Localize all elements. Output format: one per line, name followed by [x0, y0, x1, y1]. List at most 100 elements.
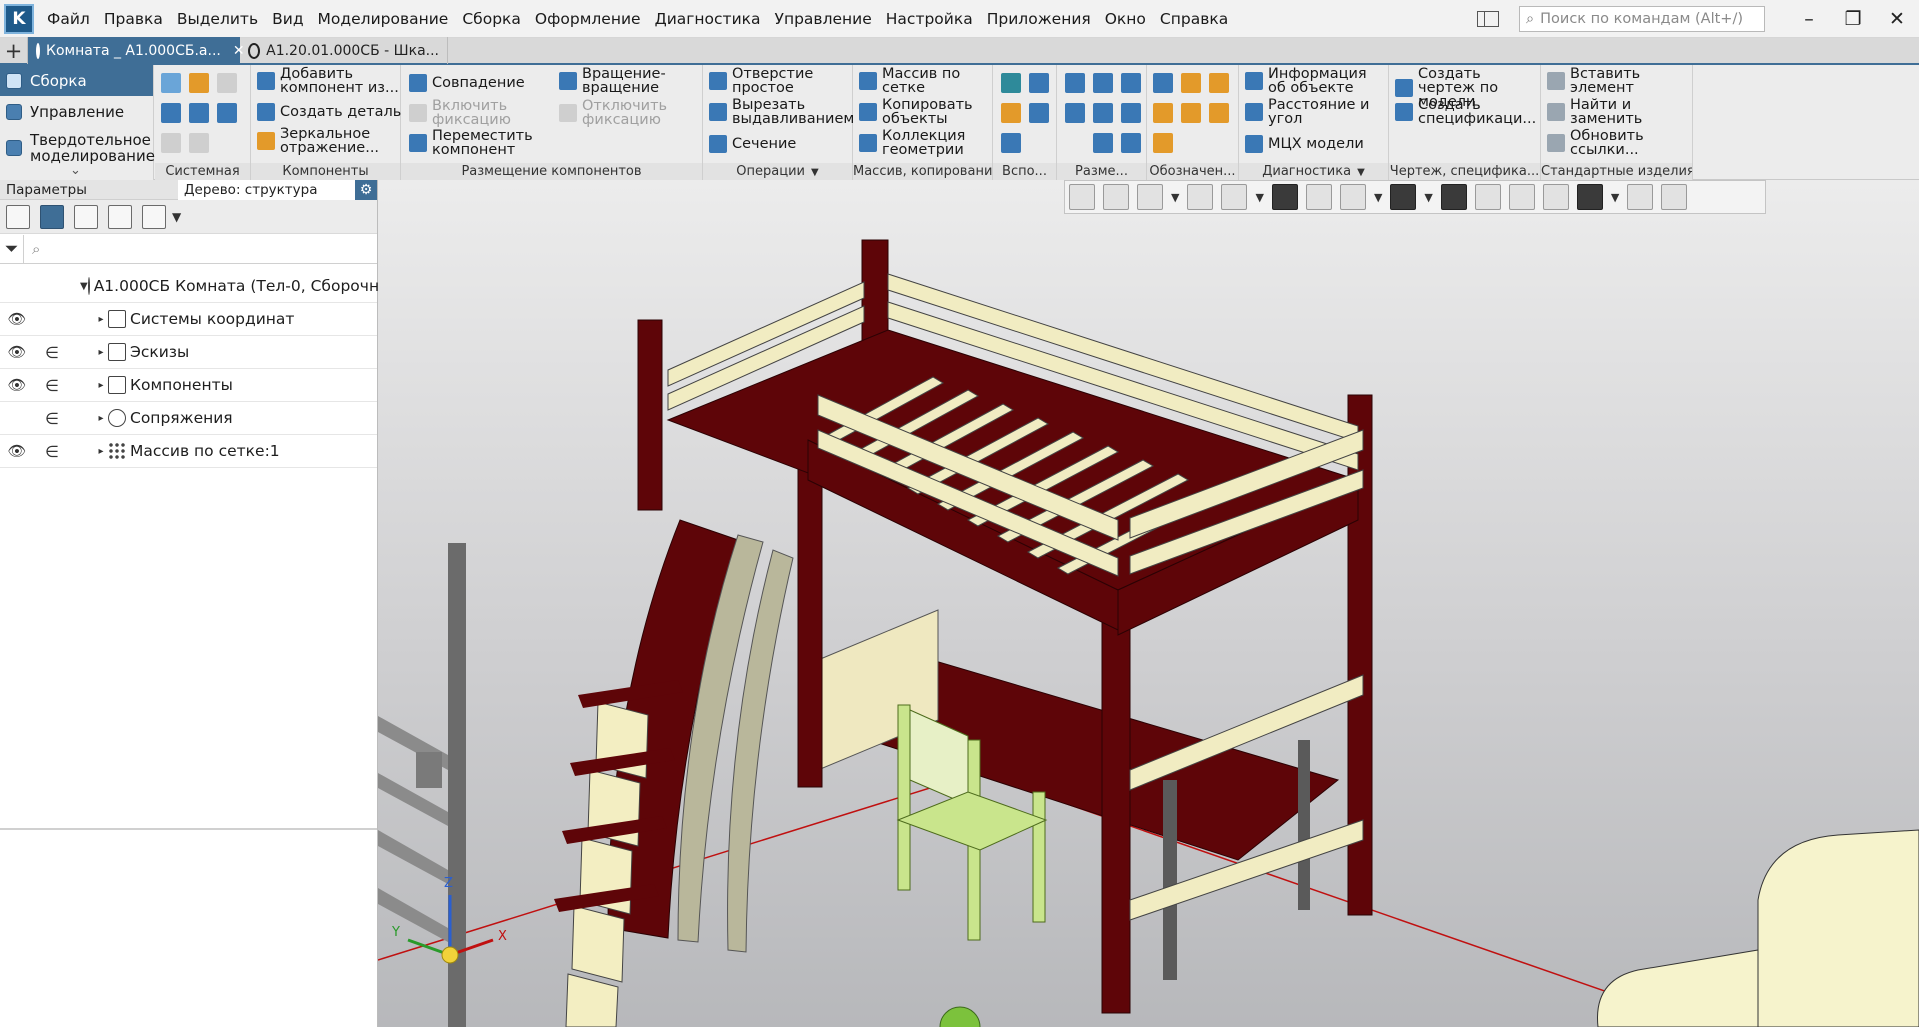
new-doc-icon[interactable]: [161, 73, 181, 93]
find-replace-button[interactable]: Найти и заменить: [1547, 98, 1691, 126]
plane-icon[interactable]: [1001, 73, 1021, 93]
base-icon[interactable]: [1209, 73, 1229, 93]
hide-icon[interactable]: [1339, 184, 1366, 210]
panel-divider[interactable]: [0, 828, 377, 830]
tree-root-item[interactable]: ▼ А1.000СБ Комната (Тел-0, Сборочн: [0, 270, 379, 303]
collapse-arrow-icon[interactable]: ▼: [80, 281, 88, 292]
expand-arrow-icon[interactable]: ▸: [94, 380, 108, 391]
menu-window[interactable]: Окно: [1098, 0, 1153, 38]
tab-room-assembly[interactable]: Комната _ А1.000СБ.а... ✕: [28, 37, 245, 64]
maximize-button[interactable]: ❐: [1831, 0, 1875, 38]
line-dim-icon[interactable]: [1121, 103, 1141, 123]
auto-dim-icon[interactable]: [1093, 133, 1113, 153]
table-icon[interactable]: [1209, 103, 1229, 123]
orientation-icon[interactable]: [1069, 184, 1095, 210]
ribbon-tab-assembly[interactable]: Сборка: [0, 65, 153, 96]
visibility-eye-icon[interactable]: 👁: [0, 376, 34, 394]
minimize-button[interactable]: –: [1787, 0, 1831, 38]
tree-item-coordinate-systems[interactable]: 👁 ▸ Системы координат: [0, 303, 377, 336]
expand-arrow-icon[interactable]: ▸: [94, 347, 108, 358]
expand-arrow-icon[interactable]: ▸: [94, 314, 108, 325]
insert-element-button[interactable]: Вставить элемент: [1547, 67, 1691, 95]
coincidence-button[interactable]: Совпадение: [409, 74, 525, 92]
point-icon[interactable]: [1029, 103, 1049, 123]
copy-objects-button[interactable]: Копировать объекты: [859, 98, 989, 126]
command-search-input[interactable]: ⌕ Поиск по командам (Alt+/): [1519, 6, 1765, 32]
print-icon[interactable]: [161, 103, 181, 123]
menu-file[interactable]: Файл: [40, 0, 97, 38]
radial-dim-icon[interactable]: [1121, 73, 1141, 93]
filter-icon[interactable]: ⏷: [0, 234, 24, 263]
object-info-button[interactable]: Информация об объекте: [1245, 67, 1385, 95]
new-tab-button[interactable]: +: [0, 37, 28, 64]
menu-assembly[interactable]: Сборка: [455, 0, 528, 38]
geometry-collection-button[interactable]: Коллекция геометрии: [859, 129, 989, 157]
tree-item-components[interactable]: 👁 ∈ ▸ Компоненты: [0, 369, 377, 402]
visibility-icon[interactable]: [1390, 184, 1417, 210]
move-component-button[interactable]: Переместить компонент: [409, 129, 539, 157]
3d-viewport[interactable]: X Y Z ▼ ▼ ▼ ▼ ▼: [378, 180, 1919, 1027]
display-icon[interactable]: [1474, 184, 1501, 210]
panels-icon[interactable]: [1477, 11, 1499, 27]
roughness-icon[interactable]: [1181, 73, 1201, 93]
extrude-cut-button[interactable]: Вырезать выдавливанием: [709, 98, 857, 126]
menu-modeling[interactable]: Моделирование: [311, 0, 456, 38]
chevron-down-icon[interactable]: ▼: [1171, 191, 1179, 204]
close-window-button[interactable]: ✕: [1875, 0, 1919, 38]
chevron-down-icon[interactable]: ▼: [1374, 191, 1382, 204]
dropdown-arrow-icon[interactable]: ▼: [811, 167, 819, 178]
explode-icon[interactable]: [1542, 184, 1569, 210]
selection-filter-icon[interactable]: [1576, 184, 1603, 210]
menu-select[interactable]: Выделить: [170, 0, 265, 38]
curve-icon[interactable]: [1001, 103, 1021, 123]
create-spec-button[interactable]: Создать спецификаци...: [1395, 98, 1541, 126]
preview-icon[interactable]: [189, 103, 209, 123]
view-from-normal-icon[interactable]: [1103, 184, 1129, 210]
wireframe-mode-icon[interactable]: [1305, 184, 1332, 210]
axis-icon[interactable]: [1029, 73, 1049, 93]
menu-help[interactable]: Справка: [1153, 0, 1235, 38]
tab-tree-structure[interactable]: Дерево: структура: [178, 179, 356, 200]
save-all-icon[interactable]: [217, 103, 237, 123]
shaded-mode-icon[interactable]: [1271, 184, 1298, 210]
mirror-button[interactable]: Зеркальное отражение...: [257, 127, 397, 155]
3d-scene[interactable]: X Y Z: [378, 180, 1919, 1027]
section-button[interactable]: Сечение: [709, 135, 796, 153]
menu-management[interactable]: Управление: [768, 0, 879, 38]
ordinate-dim-icon[interactable]: [1121, 133, 1141, 153]
leader-icon[interactable]: [1153, 73, 1173, 93]
chevron-down-icon[interactable]: ▼: [1424, 191, 1432, 204]
diameter-dim-icon[interactable]: [1065, 103, 1085, 123]
menu-apps[interactable]: Приложения: [980, 0, 1098, 38]
dropdown-arrow-icon[interactable]: ▼: [1357, 167, 1365, 178]
zoom-icon[interactable]: [1137, 184, 1163, 210]
chevron-down-icon[interactable]: ▼: [172, 210, 181, 224]
tolerance-icon[interactable]: [1153, 103, 1173, 123]
tree-filter-options-icon[interactable]: [142, 204, 166, 229]
mass-props-button[interactable]: МЦХ модели: [1245, 135, 1364, 153]
tree-item-grid-array[interactable]: 👁 ∈ ▸ Массив по сетке:1: [0, 435, 377, 468]
menu-settings[interactable]: Настройка: [879, 0, 980, 38]
expand-arrow-icon[interactable]: ▸: [94, 446, 108, 457]
visibility-eye-icon[interactable]: 👁: [0, 442, 34, 460]
add-component-button[interactable]: Добавить компонент из...: [257, 67, 401, 95]
tree-search-input[interactable]: ⌕: [24, 236, 377, 262]
tree-item-sketches[interactable]: 👁 ∈ ▸ Эскизы: [0, 336, 377, 369]
rotation-button[interactable]: Вращение-вращение: [559, 67, 699, 95]
menu-view[interactable]: Вид: [265, 0, 310, 38]
create-part-button[interactable]: Создать деталь: [257, 103, 401, 121]
tree-item-mates[interactable]: ∈ ▸ Сопряжения: [0, 402, 377, 435]
chevron-down-icon[interactable]: ▼: [1255, 191, 1263, 204]
arc-dim-icon[interactable]: [1093, 103, 1113, 123]
expand-chevron-icon[interactable]: ⌄: [70, 163, 81, 178]
tree-order-icon[interactable]: [6, 204, 30, 229]
visibility-eye-icon[interactable]: 👁: [0, 343, 34, 361]
panel-settings-gear-icon[interactable]: ⚙: [355, 180, 377, 200]
distance-angle-button[interactable]: Расстояние и угол: [1245, 98, 1385, 126]
pan-icon[interactable]: [1187, 184, 1214, 210]
visibility-eye-icon[interactable]: 👁: [0, 310, 34, 328]
section-view-icon[interactable]: [1440, 184, 1467, 210]
menu-edit[interactable]: Правка: [97, 0, 170, 38]
linear-dim-icon[interactable]: [1065, 73, 1085, 93]
perspective-icon[interactable]: [1508, 184, 1535, 210]
